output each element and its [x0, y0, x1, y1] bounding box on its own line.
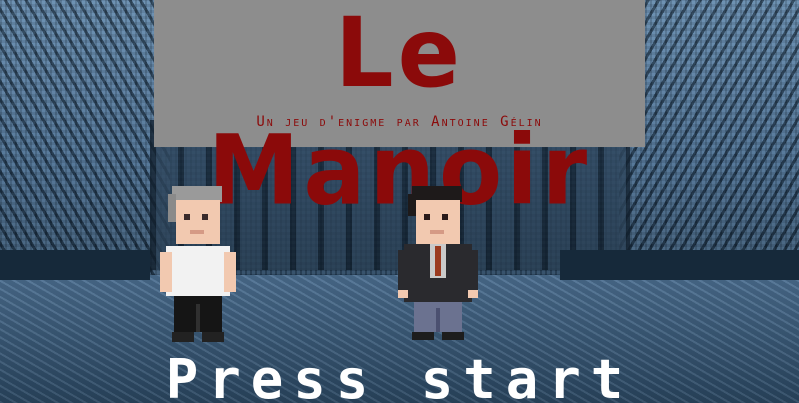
title-card: Le Manoir Un jeu d'enigme par Antoine Gé…: [154, 0, 645, 226]
press-start-prompt[interactable]: Press start: [0, 352, 799, 403]
game-subtitle: Un jeu d'enigme par Antoine Gélin: [256, 114, 543, 130]
title-screen[interactable]: Le Manoir Un jeu d'enigme par Antoine Gé…: [0, 0, 799, 403]
character-dark-suit: [398, 186, 478, 340]
background-wall-left: [0, 250, 150, 280]
background-wall-right: [560, 250, 799, 280]
character-white-shirt: [160, 186, 236, 342]
